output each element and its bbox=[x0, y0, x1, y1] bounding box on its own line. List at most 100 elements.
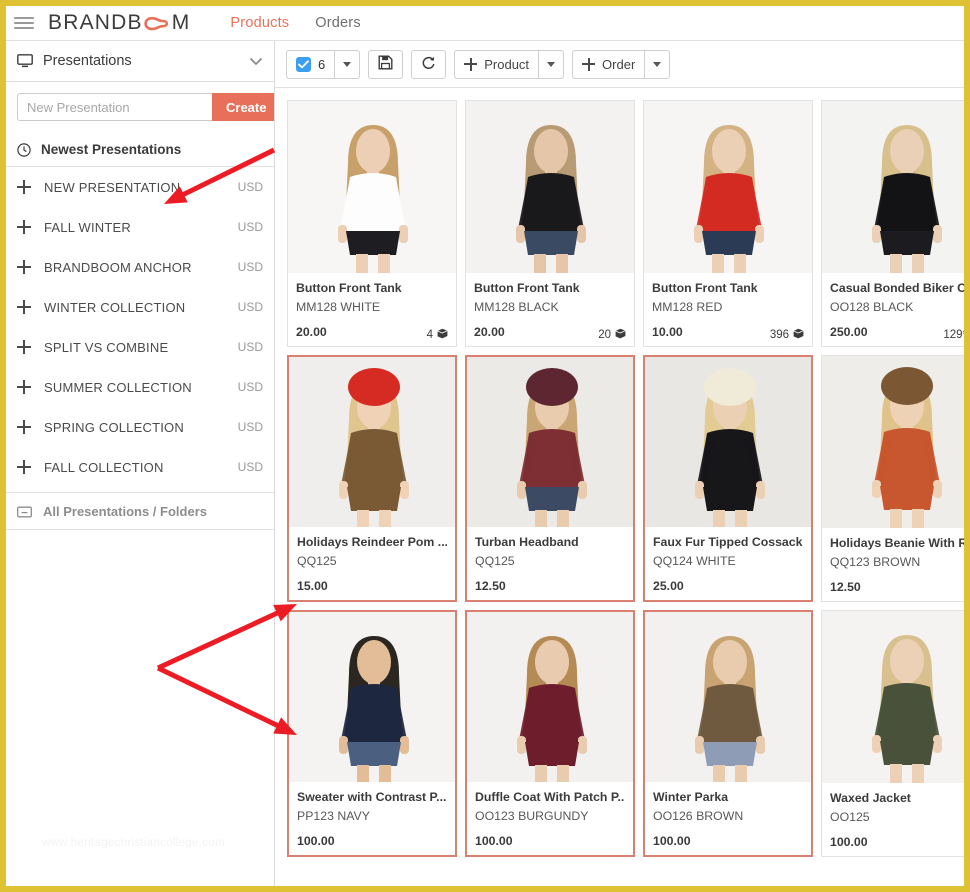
product-thumbnail[interactable] bbox=[822, 356, 964, 528]
nav-orders[interactable]: Orders bbox=[315, 15, 361, 31]
product-card[interactable]: Faux Fur Tipped Cossack... QQ124 WHITE 25.… bbox=[643, 355, 813, 602]
presentation-item[interactable]: FALL WINTER USD bbox=[6, 207, 274, 247]
presentation-item[interactable]: SPRING COLLECTION USD bbox=[6, 407, 274, 447]
plus-icon[interactable] bbox=[17, 180, 31, 194]
product-name: Waxed Jacket bbox=[830, 791, 911, 805]
refresh-icon bbox=[421, 55, 436, 73]
product-grid-wrapper: Button Front Tank MM128 WHITE 20.00 4 Butto… bbox=[275, 88, 964, 886]
plus-icon[interactable] bbox=[17, 260, 31, 274]
product-style-code: OO126 BROWN bbox=[653, 809, 744, 824]
product-quantity: 129* bbox=[943, 328, 964, 342]
product-thumbnail-image bbox=[289, 357, 455, 527]
product-card[interactable]: Winter Parka OO126 BROWN 100.00 bbox=[643, 610, 813, 857]
box-icon bbox=[437, 328, 448, 342]
sidebar: Presentations Create bbox=[6, 41, 275, 886]
floppy-disk-icon bbox=[378, 55, 393, 73]
presentation-item[interactable]: NEW PRESENTATION USD bbox=[6, 167, 274, 207]
presentation-currency: USD bbox=[237, 340, 263, 354]
product-card[interactable]: Button Front Tank MM128 WHITE 20.00 4 bbox=[287, 100, 457, 347]
product-name: Button Front Tank bbox=[652, 281, 758, 295]
product-name: Duffle Coat With Patch P... bbox=[475, 790, 625, 804]
product-card[interactable]: Holidays Beanie With Re... QQ123 BROWN 12.… bbox=[821, 355, 964, 602]
product-thumbnail[interactable] bbox=[822, 101, 964, 273]
product-thumbnail[interactable] bbox=[467, 612, 633, 782]
brand-text-left: BRANDB bbox=[48, 11, 143, 34]
product-quantity-value: 129* bbox=[943, 329, 964, 341]
presentation-item[interactable]: BRANDBOOM ANCHOR USD bbox=[6, 247, 274, 287]
product-style-code: PP123 NAVY bbox=[297, 809, 370, 824]
product-thumbnail[interactable] bbox=[289, 612, 455, 782]
product-thumbnail-image bbox=[288, 101, 456, 273]
selection-count-button[interactable]: 6 bbox=[286, 49, 335, 79]
plus-icon[interactable] bbox=[17, 220, 31, 234]
brand-text-right: M bbox=[171, 11, 191, 34]
product-thumbnail[interactable] bbox=[289, 357, 455, 527]
add-order-caret-icon[interactable] bbox=[644, 49, 671, 79]
newest-presentations-header[interactable]: Newest Presentations bbox=[6, 133, 274, 167]
presentation-currency: USD bbox=[237, 260, 263, 274]
presentation-currency: USD bbox=[237, 380, 263, 394]
nav-products[interactable]: Products bbox=[230, 15, 289, 31]
product-card[interactable]: Duffle Coat With Patch P... OO123 BURGUND… bbox=[465, 610, 635, 857]
presentation-item[interactable]: SPLIT VS COMBINE USD bbox=[6, 327, 274, 367]
all-presentations-folders[interactable]: All Presentations / Folders bbox=[6, 492, 274, 530]
product-style-code: OO125 bbox=[830, 810, 870, 825]
product-meta: Button Front Tank MM128 BLACK 20.00 20 bbox=[466, 273, 634, 346]
screen-icon bbox=[17, 54, 33, 68]
plus-icon[interactable] bbox=[17, 420, 31, 434]
presentation-item[interactable]: FALL COLLECTION USD bbox=[6, 447, 274, 487]
plus-icon[interactable] bbox=[17, 460, 31, 474]
product-card[interactable]: Button Front Tank MM128 RED 10.00 396 bbox=[643, 100, 813, 347]
product-name: Holidays Reindeer Pom ... bbox=[297, 535, 447, 549]
product-price: 25.00 bbox=[653, 578, 684, 593]
product-thumbnail[interactable] bbox=[822, 611, 964, 783]
folder-icon bbox=[17, 505, 32, 518]
product-thumbnail[interactable] bbox=[288, 101, 456, 273]
product-thumbnail-image bbox=[822, 611, 964, 783]
add-product-caret-icon[interactable] bbox=[538, 49, 565, 79]
save-button[interactable] bbox=[368, 49, 404, 79]
watermark-text: www.heritagechristiancollege.com bbox=[42, 837, 225, 849]
selection-dropdown-caret-icon[interactable] bbox=[334, 49, 361, 79]
product-thumbnail[interactable] bbox=[645, 357, 811, 527]
plus-icon[interactable] bbox=[17, 380, 31, 394]
presentation-item[interactable]: SUMMER COLLECTION USD bbox=[6, 367, 274, 407]
product-thumbnail[interactable] bbox=[466, 101, 634, 273]
product-thumbnail[interactable] bbox=[644, 101, 812, 273]
checkbox-checked-icon bbox=[296, 56, 311, 72]
plus-icon[interactable] bbox=[17, 340, 31, 354]
product-card[interactable]: Casual Bonded Biker CoatOO128 BLACK250.0… bbox=[821, 100, 964, 347]
product-name: Casual Bonded Biker Coat bbox=[830, 281, 964, 295]
new-presentation-input[interactable] bbox=[17, 93, 212, 121]
product-style-code: QQ125 bbox=[475, 554, 515, 569]
product-thumbnail-image bbox=[467, 612, 633, 782]
presentation-name: FALL COLLECTION bbox=[44, 459, 164, 475]
product-card[interactable]: Waxed Jacket OO125 100.00 bbox=[821, 610, 964, 857]
product-card[interactable]: Button Front Tank MM128 BLACK 20.00 20 bbox=[465, 100, 635, 347]
save-group bbox=[368, 49, 404, 79]
create-button[interactable]: Create bbox=[212, 93, 274, 121]
add-product-button[interactable]: Product bbox=[454, 49, 539, 79]
product-price: 100.00 bbox=[297, 833, 335, 848]
sidebar-header[interactable]: Presentations bbox=[6, 41, 274, 82]
hamburger-icon[interactable] bbox=[14, 15, 34, 31]
product-price: 100.00 bbox=[653, 833, 691, 848]
infinity-logo-icon bbox=[144, 15, 171, 31]
product-thumbnail[interactable] bbox=[467, 357, 633, 527]
chevron-down-icon[interactable] bbox=[249, 55, 263, 68]
presentation-name: NEW PRESENTATION bbox=[44, 179, 181, 195]
product-card[interactable]: Turban Headband QQ125 12.50 bbox=[465, 355, 635, 602]
product-quantity: 4 bbox=[427, 328, 448, 342]
product-card[interactable]: Holidays Reindeer Pom ... QQ125 15.00 bbox=[287, 355, 457, 602]
selection-group: 6 bbox=[286, 49, 361, 79]
add-order-button[interactable]: Order bbox=[572, 49, 645, 79]
refresh-button[interactable] bbox=[411, 49, 447, 79]
product-meta: Casual Bonded Biker CoatOO128 BLACK250.0… bbox=[822, 273, 964, 346]
product-thumbnail[interactable] bbox=[645, 612, 811, 782]
presentation-item[interactable]: WINTER COLLECTION USD bbox=[6, 287, 274, 327]
product-grid: Button Front Tank MM128 WHITE 20.00 4 Butto… bbox=[287, 100, 964, 857]
box-icon bbox=[793, 328, 804, 342]
plus-icon[interactable] bbox=[17, 300, 31, 314]
product-card[interactable]: Sweater with Contrast P... PP123 NAVY 100.… bbox=[287, 610, 457, 857]
product-meta: Duffle Coat With Patch P... OO123 BURGUND… bbox=[467, 782, 633, 855]
